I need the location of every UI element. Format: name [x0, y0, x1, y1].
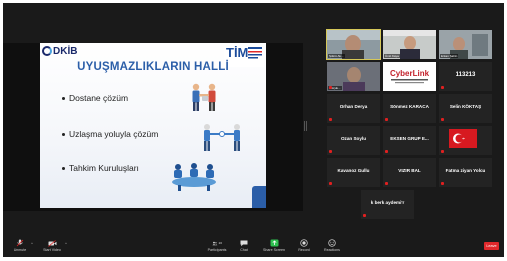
- participant-tile[interactable]: CyberLink: [383, 62, 436, 91]
- participant-video-name: Şükrü Ak...: [328, 54, 345, 58]
- chat-button[interactable]: Chat: [229, 239, 259, 252]
- start-video-button[interactable]: Start Video: [37, 239, 67, 252]
- dkib-logo-mark: [42, 46, 52, 56]
- participant-tile[interactable]: k berk aydemi'r: [361, 190, 414, 219]
- muted-mic-icon: [441, 86, 444, 89]
- participant-tile[interactable]: Selin KÖKTAŞ: [439, 94, 492, 123]
- bullet-dot: [62, 132, 65, 136]
- muted-mic-icon: [441, 182, 444, 185]
- reactions-label: Reactions: [324, 248, 340, 252]
- chat-label: Chat: [240, 248, 248, 252]
- negotiation-illustration: [204, 124, 240, 151]
- participant-name: Ozan Soylu: [340, 136, 366, 141]
- muted-mic-icon: [441, 118, 444, 121]
- participant-name: k berk aydemi'r: [370, 200, 405, 205]
- arbitration-meeting-illustration: [172, 163, 216, 191]
- participant-tile[interactable]: 113213: [439, 62, 492, 91]
- muted-mic-icon: [363, 214, 366, 217]
- participant-tile[interactable]: [439, 126, 492, 155]
- bullet-text: Uzlaşma yoluyla çözüm: [69, 129, 159, 139]
- participant-tile[interactable]: Kavanoz Gullu: [327, 158, 380, 187]
- participant-name: 113213: [455, 72, 476, 78]
- record-icon: [299, 239, 309, 247]
- meeting-toolbar: Unmute ^ Start Video ^ 20 Participants C…: [3, 237, 504, 257]
- participant-name: Kavanoz Gullu: [337, 168, 370, 173]
- chat-icon: [239, 239, 249, 247]
- participants-label: Participants: [207, 248, 227, 252]
- chevron-up-icon[interactable]: ^: [65, 241, 67, 246]
- participant-name: VIZIR BAL: [398, 168, 421, 173]
- participant-tile[interactable]: Sönmez KARACA: [383, 94, 436, 123]
- participant-tile[interactable]: EKSEN GRUP E...: [383, 126, 436, 155]
- participant-name: EKSEN GRUP E...: [390, 136, 429, 141]
- record-label: Record: [298, 248, 310, 252]
- muted-mic-icon: [329, 118, 332, 121]
- turkish-flag-image: [439, 126, 492, 155]
- slide-title: UYUŞMAZLIKLARIN HALLİ: [77, 61, 229, 73]
- bullet-text: Dostane çözüm: [69, 93, 129, 103]
- bullet-dot: [62, 166, 65, 170]
- participant-tile[interactable]: Ozan Soylu: [327, 126, 380, 155]
- dkib-logo-text: DKİB: [53, 45, 78, 57]
- corner-badge: [252, 186, 266, 208]
- participant-video-tile[interactable]: Şükrü Ak...: [326, 29, 381, 60]
- participant-tile[interactable]: Orhan Derya: [327, 94, 380, 123]
- muted-mic-icon: [329, 150, 332, 153]
- participant-name: Orhan Derya: [339, 104, 368, 109]
- share-screen-label: Share Screen: [263, 248, 285, 252]
- record-button[interactable]: Record: [289, 239, 319, 252]
- participant-tile[interactable]: VIZIR BAL: [383, 158, 436, 187]
- presentation-slide: DKİB TİM UYUŞMAZLIKLARIN HALLİ Dostane ç…: [40, 43, 266, 208]
- participant-name: Fatma ziyan Yolcu: [445, 168, 486, 173]
- participant-video-tile[interactable]: Ümit Kaya: [383, 30, 436, 59]
- cyberlink-logo-text: CyberLink: [390, 69, 430, 78]
- participant-video-tile[interactable]: Selçuk...: [327, 62, 380, 91]
- muted-mic-icon: [15, 239, 25, 247]
- participant-video-tile[interactable]: Erkan Şahin: [439, 30, 492, 59]
- dkib-logo: DKİB: [42, 44, 77, 58]
- muted-mic-icon: [385, 150, 388, 153]
- bullet-item: Uzlaşma yoluyla çözüm: [62, 129, 158, 139]
- share-screen-icon: [269, 239, 279, 247]
- leave-meeting-button[interactable]: Leave: [484, 242, 499, 250]
- participant-name: Selin KÖKTAŞ: [449, 104, 482, 109]
- participant-tile[interactable]: Fatma ziyan Yolcu: [439, 158, 492, 187]
- cyberlink-logo: CyberLink: [383, 62, 436, 91]
- muted-mic-icon: [329, 182, 332, 185]
- meeting-window: DKİB TİM UYUŞMAZLIKLARIN HALLİ Dostane ç…: [3, 3, 504, 257]
- unmute-label: Unmute: [13, 248, 27, 252]
- participants-icon: 20: [212, 239, 222, 247]
- bullet-item: Dostane çözüm: [62, 93, 128, 103]
- muted-mic-icon: [441, 150, 444, 153]
- muted-mic-icon: [385, 182, 388, 185]
- tim-logo-text: TİM: [226, 45, 248, 60]
- participant-video-name: Ümit Kaya: [384, 54, 400, 58]
- participant-video-name: Erkan Şahin: [440, 54, 459, 58]
- reactions-button[interactable]: Reactions: [317, 239, 347, 252]
- shared-screen[interactable]: DKİB TİM UYUŞMAZLIKLARIN HALLİ Dostane ç…: [3, 43, 303, 211]
- bullet-item: Tahkim Kuruluşları: [62, 163, 139, 173]
- split-resize-handle[interactable]: [304, 121, 307, 131]
- video-off-icon: [47, 239, 57, 247]
- participant-name: Sönmez KARACA: [390, 104, 429, 109]
- participants-count: 20: [218, 241, 222, 245]
- muted-mic-icon: [385, 118, 388, 121]
- chevron-up-icon[interactable]: ^: [31, 241, 33, 246]
- bullet-text: Tahkim Kuruluşları: [69, 163, 139, 173]
- handshake-illustration: [192, 83, 216, 111]
- bullet-dot: [62, 96, 65, 100]
- muted-mic-icon: [329, 86, 332, 89]
- participants-button[interactable]: 20 Participants: [202, 239, 232, 252]
- start-video-label: Start Video: [43, 248, 61, 252]
- smiley-icon: [327, 239, 337, 247]
- share-screen-button[interactable]: Share Screen: [259, 239, 289, 252]
